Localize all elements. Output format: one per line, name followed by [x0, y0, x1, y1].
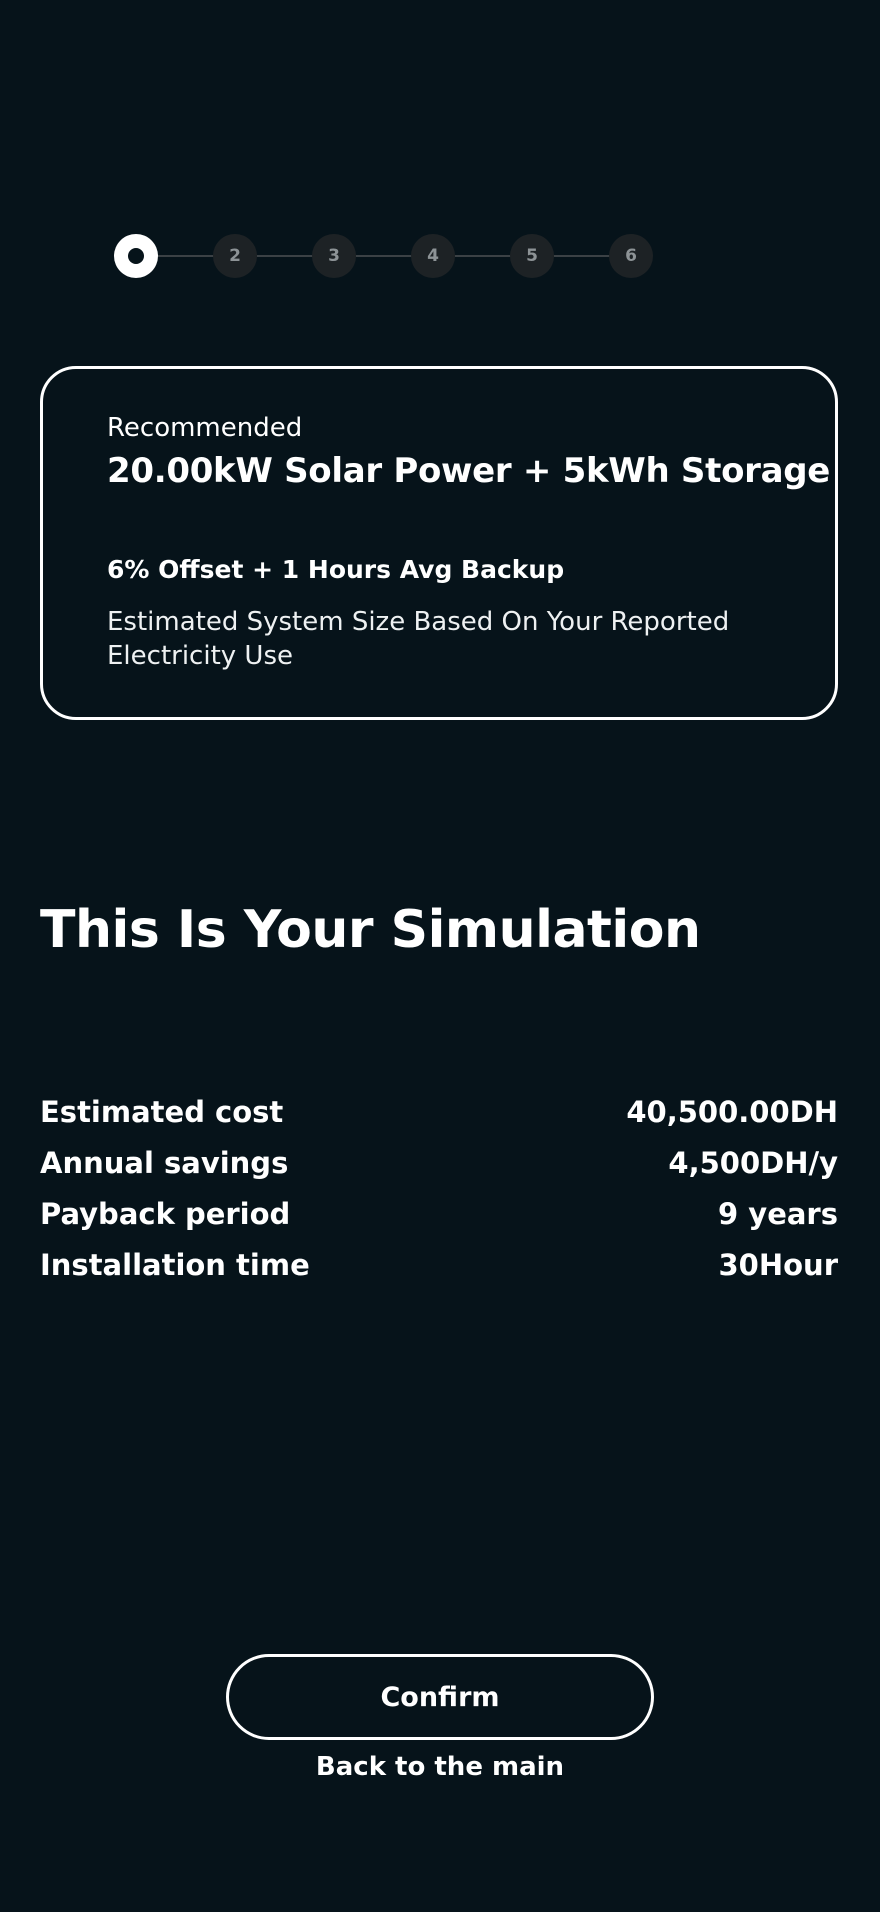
- step-connector: [355, 255, 412, 257]
- step-5: 5: [510, 234, 554, 278]
- stat-row-estimated-cost: Estimated cost 40,500.00DH: [40, 1086, 838, 1137]
- offset-backup-summary: 6% Offset + 1 Hours Avg Backup: [107, 555, 565, 584]
- recommended-label: Recommended: [107, 413, 303, 443]
- step-4: 4: [411, 234, 455, 278]
- current-step-dot: [128, 248, 144, 264]
- stat-row-annual-savings: Annual savings 4,500DH/y: [40, 1137, 838, 1188]
- stat-label: Payback period: [40, 1196, 291, 1231]
- stat-value: 9 years: [718, 1196, 838, 1231]
- step-connector: [553, 255, 610, 257]
- simulation-heading: This Is Your Simulation: [40, 900, 701, 960]
- stat-row-payback-period: Payback period 9 years: [40, 1188, 838, 1239]
- confirm-button[interactable]: Confirm: [226, 1654, 654, 1740]
- step-1-current: [114, 234, 158, 278]
- stat-value: 4,500DH/y: [668, 1145, 838, 1180]
- recommended-system-title: 20.00kW Solar Power + 5kWh Storage: [107, 451, 831, 491]
- step-3: 3: [312, 234, 356, 278]
- stat-row-installation-time: Installation time 30Hour: [40, 1239, 838, 1290]
- stat-label: Estimated cost: [40, 1094, 284, 1129]
- stat-value: 40,500.00DH: [626, 1094, 838, 1129]
- step-connector: [256, 255, 313, 257]
- step-connector: [454, 255, 511, 257]
- stat-value: 30Hour: [718, 1247, 839, 1282]
- step-6: 6: [609, 234, 653, 278]
- back-to-main-link[interactable]: Back to the main: [0, 1752, 880, 1782]
- stat-label: Installation time: [40, 1247, 310, 1282]
- stat-label: Annual savings: [40, 1145, 289, 1180]
- step-connector: [157, 255, 214, 257]
- step-2: 2: [213, 234, 257, 278]
- progress-stepper: 2 3 4 5 6: [114, 234, 653, 278]
- simulation-stats: Estimated cost 40,500.00DH Annual saving…: [40, 1086, 838, 1290]
- system-size-description: Estimated System Size Based On Your Repo…: [107, 607, 730, 671]
- recommendation-card: Recommended 20.00kW Solar Power + 5kWh S…: [40, 366, 838, 720]
